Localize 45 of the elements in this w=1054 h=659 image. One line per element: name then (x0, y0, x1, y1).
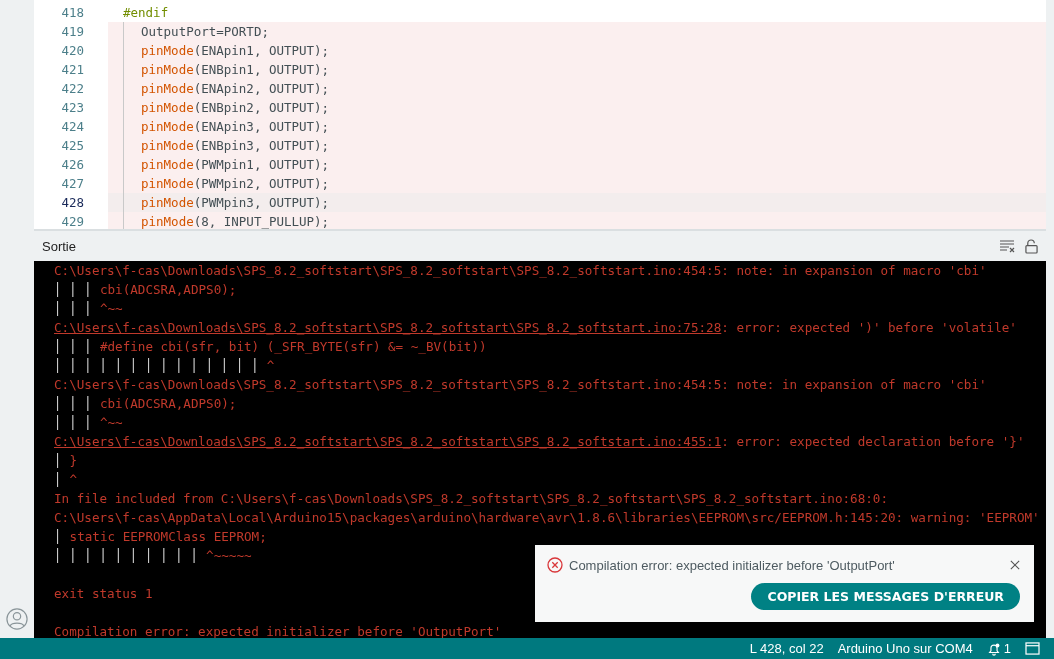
notification-message: Compilation error: expected initializer before 'OutputPort' (569, 557, 896, 573)
unlock-icon[interactable] (1025, 238, 1038, 254)
guide-bars: │ │ │ │ │ │ │ │ │ │ │ │ │ │ (54, 358, 267, 373)
copy-errors-button[interactable]: COPIER LES MESSAGES D'ERREUR (751, 583, 1020, 610)
console-text: ^ (69, 472, 78, 487)
cursor-position[interactable]: L 428, col 22 (749, 641, 824, 656)
panel-toggle-icon[interactable] (1025, 642, 1040, 655)
guide-bars: │ (54, 453, 70, 468)
guide-bars: │ │ │ (54, 415, 100, 430)
guide-bars: │ │ │ │ │ │ │ │ │ │ (54, 548, 207, 563)
console-text: In file included from C:\Users\f-cas\Downloads\SPS_8.2_softstart\SPS_8.2_softstart\SPS_8.2_softstart.ino:68:0: (54, 491, 889, 506)
code-line: #endif (123, 4, 169, 22)
console-text: C:\Users\f-cas\Downloads\SPS_8.2_softstart\SPS_8.2_softstart\SPS_8.2_softstart.ino:454:5: note: in expansion of macro 'cbi' (54, 377, 987, 392)
console-text: Compilation error: expected initializer before 'OutputPort' (54, 624, 502, 638)
console-text: ^ (266, 358, 275, 373)
console-text: C:\Users\f-cas\Downloads\SPS_8.2_softstart\SPS_8.2_softstart\SPS_8.2_softstart.ino:454:5: note: in expansion of macro 'cbi' (54, 263, 987, 278)
file-link[interactable]: C:\Users\f-cas\Downloads\SPS_8.2_softstart\SPS_8.2_softstart\SPS_8.2_softstart.ino:455:1 (54, 434, 722, 449)
console-text: cbi(ADCSRA,ADPS0); (99, 396, 237, 411)
guide-bars: │ (54, 472, 70, 487)
bell-icon[interactable] (986, 641, 1001, 656)
console-text: : error: expected ')' before 'volatile' (721, 320, 1017, 335)
console-text: } (69, 453, 78, 468)
guide-bars: │ │ │ (54, 339, 100, 354)
console-text: ^~~~~~ (206, 548, 252, 563)
guide-bars: │ │ │ (54, 301, 100, 316)
output-panel-title: Sortie (42, 238, 76, 254)
console-text: cbi(ADCSRA,ADPS0); (99, 282, 237, 297)
close-icon[interactable] (1010, 560, 1020, 570)
guide-bars: │ │ │ (54, 282, 100, 297)
console-text: static EEPROMClass EEPROM; (69, 529, 267, 544)
account-icon[interactable] (6, 608, 28, 630)
console-text: ^~~ (99, 415, 123, 430)
guide-bars: │ │ │ (54, 396, 100, 411)
line-number: 418 (60, 4, 85, 22)
console-text: C:\Users\f-cas\AppData\Local\Arduino15\packages\arduino\hardware\avr\1.8.6\libraries\EEPROM\src/EEPROM.h:145:20: warning: 'EEPROM' (54, 510, 1040, 525)
file-link[interactable]: C:\Users\f-cas\Downloads\SPS_8.2_softstart\SPS_8.2_softstart\SPS_8.2_softstart.ino:75:28 (54, 320, 722, 335)
console-text: ^~~ (99, 301, 123, 316)
clear-output-icon[interactable] (999, 239, 1015, 253)
console-text: exit status 1 (54, 586, 153, 601)
console-text: : error: expected declaration before '}' (721, 434, 1025, 449)
notification-count: 1 (1003, 641, 1011, 656)
board-port[interactable]: Arduino Uno sur COM4 (837, 641, 973, 656)
console-text: #define cbi(sfr, bit) (_SFR_BYTE(sfr) &= ~_BV(bit)) (99, 339, 487, 354)
guide-bars: │ (54, 529, 70, 544)
error-icon (547, 557, 563, 573)
